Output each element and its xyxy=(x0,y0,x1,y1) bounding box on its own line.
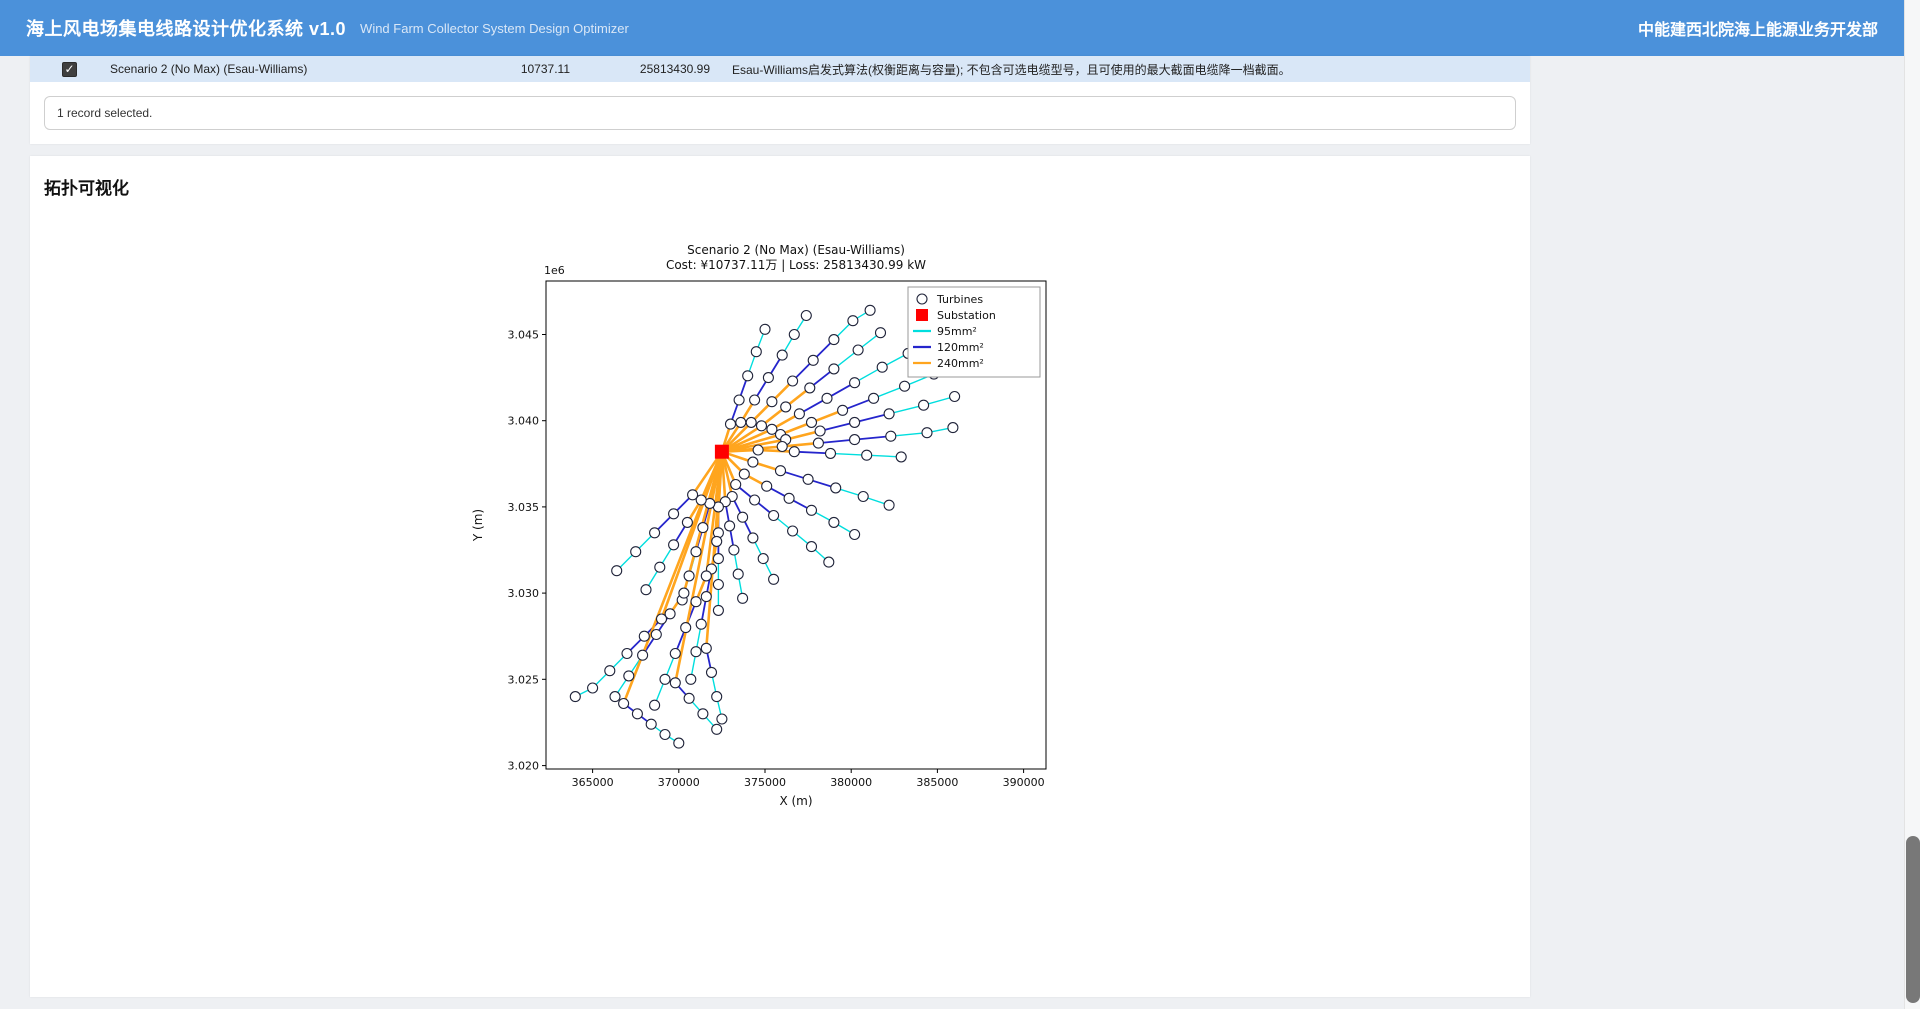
svg-text:240mm²: 240mm² xyxy=(937,357,984,370)
svg-text:95mm²: 95mm² xyxy=(937,325,977,338)
svg-text:3.035: 3.035 xyxy=(508,501,540,514)
app-subtitle: Wind Farm Collector System Design Optimi… xyxy=(360,21,629,36)
scenario-loss: 25813430.99 xyxy=(570,62,710,76)
app-header: 海上风电场集电线路设计优化系统 v1.0 Wind Farm Collector… xyxy=(0,0,1904,56)
app-title: 海上风电场集电线路设计优化系统 v1.0 xyxy=(26,15,346,41)
scenario-description: Esau-Williams启发式算法(权衡距离与容量); 不包含可选电缆型号，且… xyxy=(710,61,1530,78)
svg-text:Scenario 2 (No Max) (Esau-Will: Scenario 2 (No Max) (Esau-Williams) xyxy=(687,243,905,257)
svg-text:3.020: 3.020 xyxy=(508,760,540,773)
row-checkbox[interactable]: ✓ xyxy=(62,62,77,77)
topology-chart: Scenario 2 (No Max) (Esau-Williams)Cost:… xyxy=(460,237,1100,820)
svg-text:Turbines: Turbines xyxy=(936,293,983,306)
svg-text:3.030: 3.030 xyxy=(508,587,540,600)
svg-text:3.045: 3.045 xyxy=(508,329,540,342)
results-card: ✓ Scenario 2 (No Max) (Esau-Williams) 10… xyxy=(30,56,1530,144)
checkbox-cell: ✓ xyxy=(30,62,100,77)
page-content: ✓ Scenario 2 (No Max) (Esau-Williams) 10… xyxy=(30,56,1530,997)
scrollbar-thumb[interactable] xyxy=(1906,836,1920,1003)
topology-plot-svg: Scenario 2 (No Max) (Esau-Williams)Cost:… xyxy=(460,237,1100,815)
svg-text:385000: 385000 xyxy=(916,776,958,789)
check-icon: ✓ xyxy=(64,63,74,75)
table-row-scenario-2[interactable]: ✓ Scenario 2 (No Max) (Esau-Williams) 10… xyxy=(30,56,1530,82)
selection-status: 1 record selected. xyxy=(44,96,1516,130)
svg-text:Substation: Substation xyxy=(937,309,996,322)
scenario-cost: 10737.11 xyxy=(500,62,570,76)
svg-text:3.040: 3.040 xyxy=(508,415,540,428)
svg-text:Cost: ¥10737.11万 | Loss: 25813: Cost: ¥10737.11万 | Loss: 25813430.99 kW xyxy=(666,258,926,272)
topology-heading: 拓扑可视化 xyxy=(44,174,1530,199)
svg-text:X (m): X (m) xyxy=(779,794,812,808)
svg-text:1e6: 1e6 xyxy=(544,264,565,277)
svg-text:3.025: 3.025 xyxy=(508,673,540,686)
vertical-scrollbar[interactable] xyxy=(1904,0,1920,1009)
svg-text:120mm²: 120mm² xyxy=(937,341,984,354)
svg-text:370000: 370000 xyxy=(658,776,700,789)
topology-card: 拓扑可视化 Scenario 2 (No Max) (Esau-Williams… xyxy=(30,156,1530,997)
svg-text:Y (m): Y (m) xyxy=(471,509,485,542)
svg-text:375000: 375000 xyxy=(744,776,786,789)
svg-text:365000: 365000 xyxy=(572,776,614,789)
svg-text:380000: 380000 xyxy=(830,776,872,789)
scenario-name: Scenario 2 (No Max) (Esau-Williams) xyxy=(100,62,500,76)
svg-text:390000: 390000 xyxy=(1003,776,1045,789)
app-org-label: 中能建西北院海上能源业务开发部 xyxy=(1638,16,1878,40)
